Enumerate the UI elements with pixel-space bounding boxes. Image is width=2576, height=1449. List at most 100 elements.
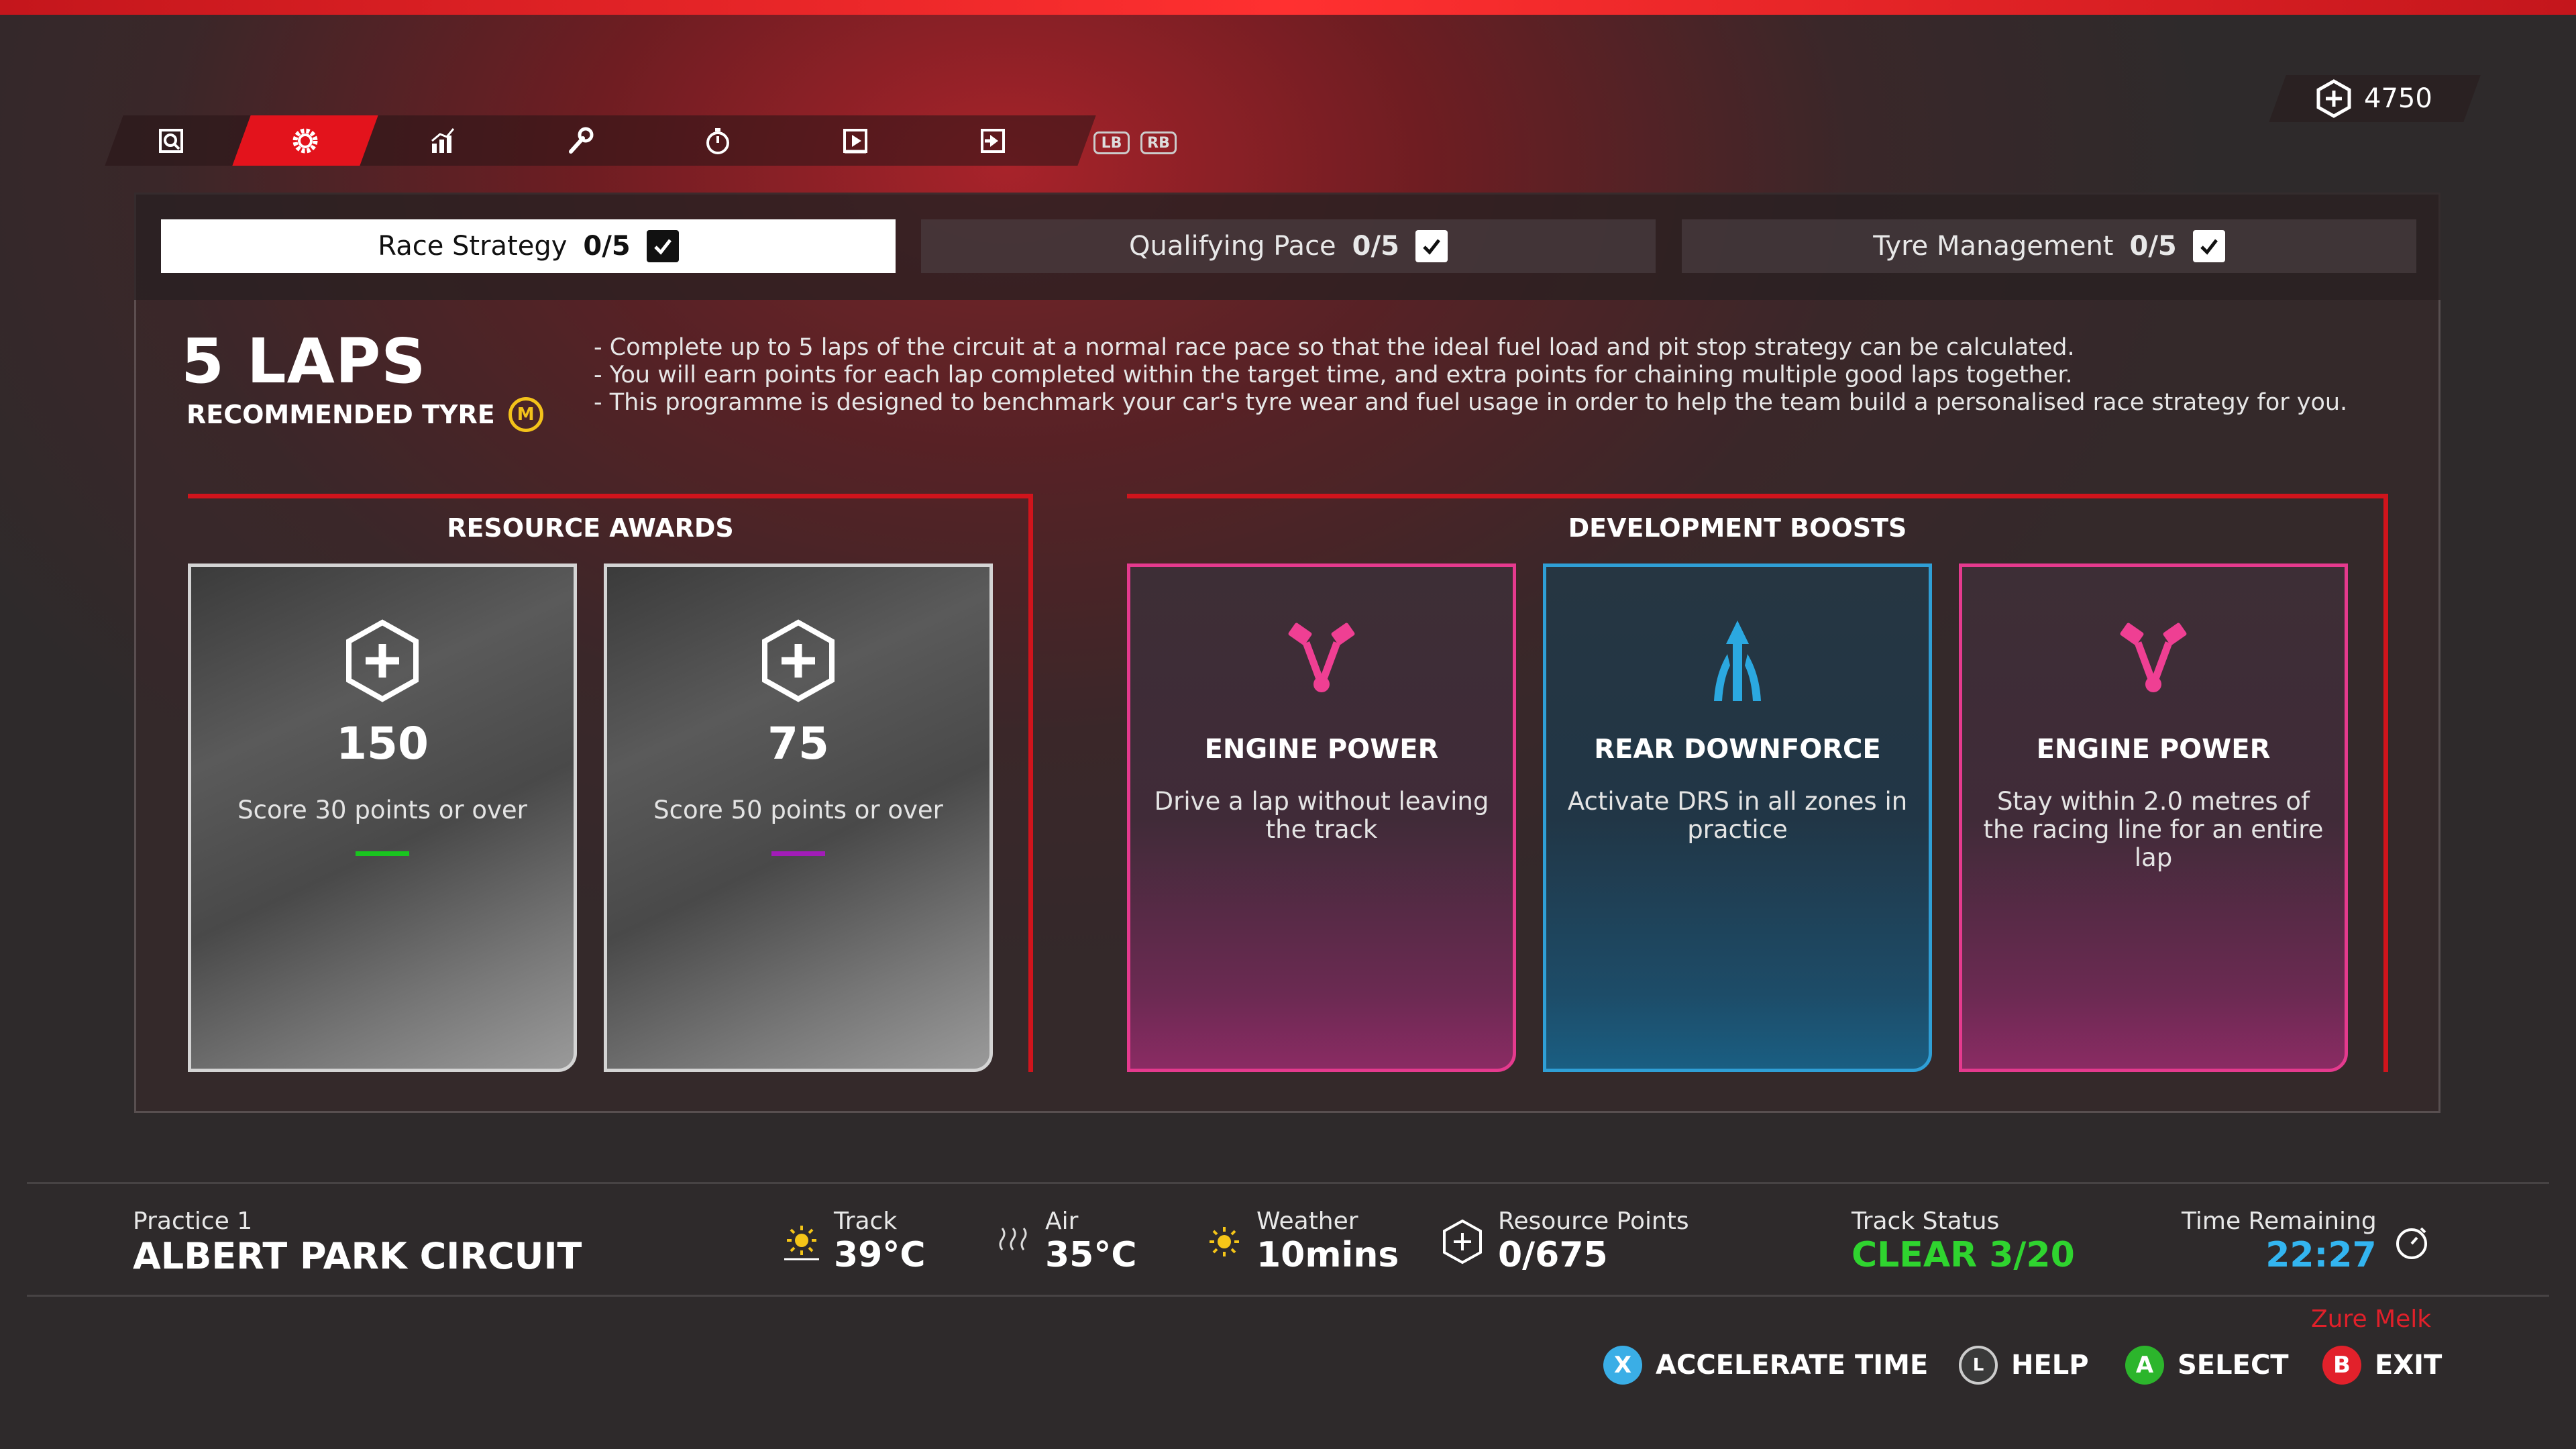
track-temp-value: 39°C — [834, 1235, 926, 1275]
award-tier-bar — [356, 851, 409, 856]
air-temp: Air 35°C — [993, 1208, 1137, 1275]
checkmark-icon — [646, 230, 679, 262]
chart-icon — [431, 127, 455, 153]
nav-tab-exit[interactable] — [929, 115, 1057, 166]
subtab-label: Race Strategy — [378, 231, 568, 262]
subtab-race-strategy[interactable]: Race Strategy 0/5 — [161, 219, 896, 273]
air-temp-value: 35°C — [1045, 1235, 1137, 1275]
subtab-count: 0/5 — [583, 231, 631, 262]
rb-bumper-icon[interactable]: RB — [1140, 131, 1177, 154]
boost-condition: Activate DRS in all zones in practice — [1567, 787, 1908, 844]
stopwatch-icon — [706, 127, 729, 154]
downforce-arrow-icon — [1714, 621, 1761, 701]
boost-condition: Drive a lap without leaving the track — [1154, 787, 1489, 844]
track-temp: Track 39°C — [782, 1208, 926, 1275]
resource-points-label: Resource Points — [1498, 1208, 1689, 1235]
award-condition: Score 50 points or over — [653, 796, 943, 824]
nav-tab-setup[interactable] — [517, 115, 644, 166]
description-line: - Complete up to 5 laps of the circuit a… — [594, 334, 2075, 361]
track-label: Track — [834, 1208, 898, 1235]
recommended-tyre-label: RECOMMENDED TYRE — [186, 400, 495, 429]
description-line: - You will earn points for each lap comp… — [594, 362, 2073, 388]
award-value: 150 — [336, 718, 429, 769]
exit-arrow-icon — [981, 128, 1005, 153]
development-boost-card[interactable]: ENGINE POWER Stay within 2.0 metres of t… — [1959, 564, 2348, 1072]
nav-tab-timing[interactable] — [654, 115, 782, 166]
weather-forecast: Weather 10mins — [1204, 1208, 1399, 1275]
lb-bumper-icon[interactable]: LB — [1093, 131, 1130, 154]
prompt-label: EXIT — [2375, 1350, 2443, 1381]
boost-title: ENGINE POWER — [1204, 734, 1439, 765]
track-status-value: CLEAR 3/20 — [1851, 1235, 2075, 1275]
weather-value: 10mins — [1256, 1235, 1399, 1275]
track-status: Track Status CLEAR 3/20 — [1851, 1208, 2075, 1275]
nav-tab-settings[interactable] — [241, 115, 369, 166]
circuit-name: ALBERT PARK CIRCUIT — [133, 1235, 582, 1277]
resource-award-card[interactable]: 150 Score 30 points or over — [188, 564, 577, 1072]
subtab-tyre-management[interactable]: Tyre Management 0/5 — [1682, 219, 2416, 273]
stopwatch-icon — [2396, 1227, 2427, 1259]
b-button-icon: B — [2322, 1346, 2361, 1385]
nav-tab-replay[interactable] — [792, 115, 919, 166]
resource-points-progress: Resource Points 0/675 — [1439, 1208, 1689, 1275]
subtab-count: 0/5 — [2129, 231, 2177, 262]
resource-award-card[interactable]: 75 Score 50 points or over — [604, 564, 993, 1072]
resource-hexagon-icon — [762, 619, 835, 702]
prompt-label: ACCELERATE TIME — [1656, 1350, 1929, 1381]
session-info: Practice 1 ALBERT PARK CIRCUIT — [133, 1208, 582, 1277]
exit-button[interactable]: B EXIT — [2322, 1346, 2442, 1385]
award-tier-bar — [771, 851, 825, 856]
prompt-label: HELP — [2011, 1350, 2089, 1381]
resource-hexagon-icon — [346, 619, 419, 702]
development-boost-card[interactable]: ENGINE POWER Drive a lap without leaving… — [1127, 564, 1516, 1072]
development-boost-card[interactable]: REAR DOWNFORCE Activate DRS in all zones… — [1543, 564, 1932, 1072]
subtab-qualifying-pace[interactable]: Qualifying Pace 0/5 — [921, 219, 1656, 273]
wrench-icon — [569, 127, 594, 154]
gear-icon — [292, 128, 318, 153]
award-value: 75 — [767, 718, 829, 769]
boost-condition: Stay within 2.0 metres of the racing lin… — [1983, 787, 2324, 872]
x-button-icon: X — [1603, 1346, 1642, 1385]
subtab-label: Tyre Management — [1873, 231, 2114, 262]
footer-divider — [27, 1182, 2549, 1184]
resource-points-total: 4750 — [2314, 75, 2432, 122]
nav-tab-stats[interactable] — [379, 115, 506, 166]
medium-tyre-icon: M — [508, 397, 543, 432]
prompt-label: SELECT — [2178, 1350, 2289, 1381]
search-icon — [159, 128, 183, 153]
left-stick-icon: L — [1959, 1346, 1998, 1385]
programme-description: - Complete up to 5 laps of the circuit a… — [594, 334, 2405, 417]
engine-piston-icon — [1288, 623, 1355, 692]
help-button[interactable]: L HELP — [1959, 1346, 2089, 1385]
checkmark-icon — [1415, 230, 1448, 262]
time-remaining-label: Time Remaining — [2182, 1208, 2377, 1235]
a-button-icon: A — [2125, 1346, 2164, 1385]
resource-hexagon-icon — [2316, 79, 2351, 118]
top-accent-line — [0, 0, 2576, 15]
award-condition: Score 30 points or over — [237, 796, 527, 824]
track-status-label: Track Status — [1851, 1208, 2000, 1235]
accelerate-time-button[interactable]: X ACCELERATE TIME — [1603, 1346, 1928, 1385]
play-icon — [843, 128, 867, 153]
main-nav — [105, 115, 1096, 166]
session-name: Practice 1 — [133, 1208, 253, 1235]
air-label: Air — [1045, 1208, 1079, 1235]
time-remaining-value: 22:27 — [2265, 1235, 2377, 1275]
recommended-tyre: RECOMMENDED TYRE M — [186, 397, 543, 432]
sun-icon — [784, 1225, 819, 1260]
footer-divider — [27, 1295, 2549, 1297]
player-name: Zure Melk — [2311, 1305, 2432, 1333]
laps-count: 5 LAPS — [181, 325, 427, 397]
boost-title: ENGINE POWER — [2036, 734, 2271, 765]
resource-hexagon-icon — [1443, 1219, 1482, 1264]
checkmark-icon — [2192, 230, 2225, 262]
nav-tab-search[interactable] — [107, 115, 235, 166]
resource-points-value: 4750 — [2364, 83, 2432, 114]
description-line: - This programme is designed to benchmar… — [594, 389, 2348, 416]
development-boosts-title: DEVELOPMENT BOOSTS — [1568, 513, 1907, 543]
resource-awards-title: RESOURCE AWARDS — [447, 513, 734, 543]
time-remaining: Time Remaining 22:27 — [2182, 1208, 2432, 1275]
subtab-count: 0/5 — [1352, 231, 1399, 262]
weather-label: Weather — [1256, 1208, 1358, 1235]
select-button[interactable]: A SELECT — [2125, 1346, 2289, 1385]
